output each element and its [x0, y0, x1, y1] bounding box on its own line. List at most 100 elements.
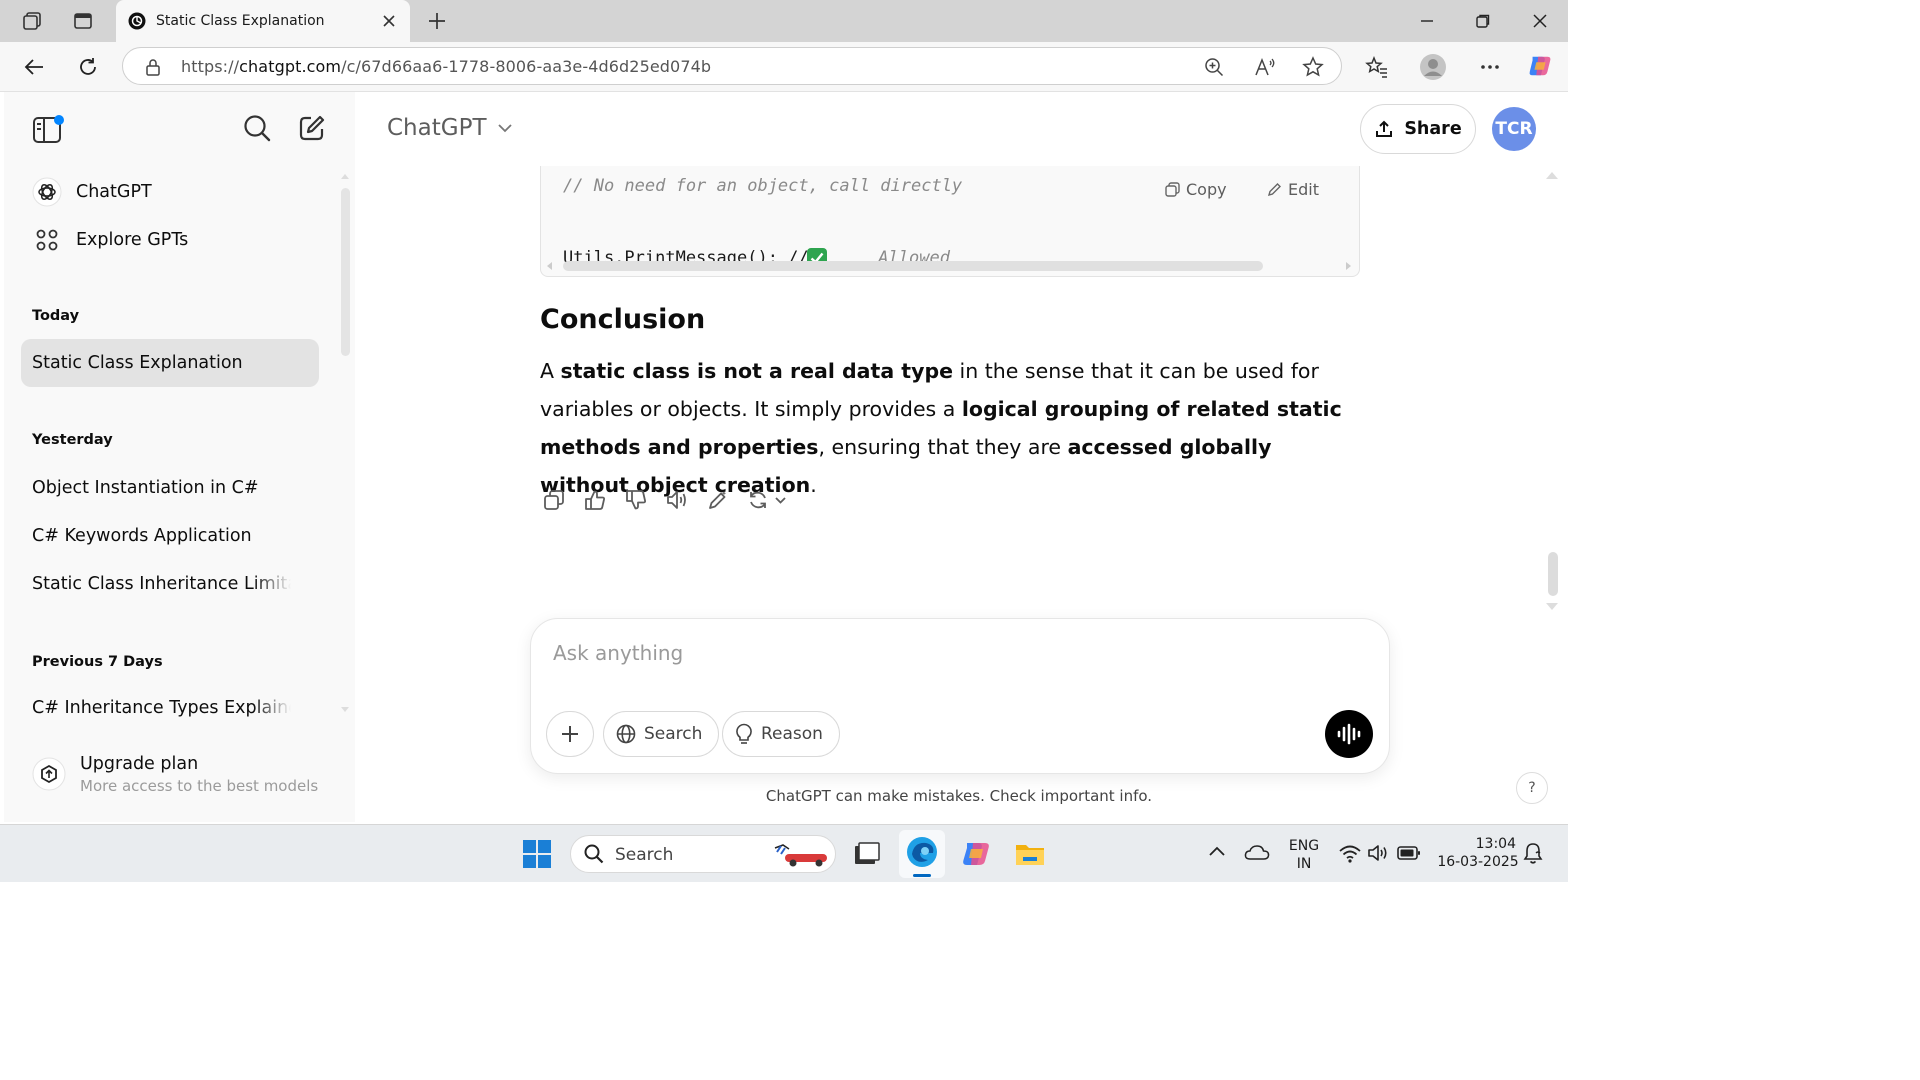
chat-item[interactable]: C# Inheritance Types Explainec [21, 684, 291, 732]
section-heading-previous-7-days: Previous 7 Days [32, 654, 163, 670]
copy-icon[interactable] [542, 488, 566, 512]
tab-title: Static Class Explanation [156, 13, 325, 29]
zoom-icon[interactable] [1204, 57, 1224, 77]
thumbs-up-icon[interactable] [583, 488, 607, 512]
new-tab-icon[interactable] [424, 8, 450, 34]
url-text: https://chatgpt.com/c/67d66aa6-1778-8006… [181, 57, 712, 76]
lightbulb-icon [735, 723, 753, 745]
notification-bell-icon[interactable] [1522, 841, 1544, 865]
tab-actions-icon[interactable] [70, 8, 96, 34]
upgrade-plan-title: Upgrade plan [80, 753, 199, 774]
language-indicator[interactable]: ENG IN [1284, 837, 1324, 873]
close-window-icon[interactable] [1527, 8, 1553, 34]
search-label: Search [644, 724, 703, 744]
scroll-left-arrow-icon[interactable] [546, 262, 552, 270]
close-tab-icon[interactable] [382, 14, 396, 28]
page-scroll-down-arrow-icon[interactable] [1546, 602, 1558, 612]
chatgpt-logo-icon [32, 177, 62, 207]
more-menu-icon[interactable] [1477, 54, 1503, 80]
back-icon[interactable] [21, 54, 47, 80]
restore-icon[interactable] [1470, 8, 1496, 34]
message-input[interactable]: Ask anything [553, 641, 683, 665]
copilot-taskbar-icon[interactable] [959, 837, 993, 871]
plus-icon [560, 724, 580, 744]
file-explorer-icon[interactable] [1013, 837, 1047, 871]
favorites-icon[interactable] [1364, 54, 1390, 80]
scroll-right-arrow-icon[interactable] [1346, 262, 1352, 270]
favorite-star-icon[interactable] [1302, 56, 1324, 78]
read-aloud-icon[interactable] [665, 488, 689, 512]
wifi-icon[interactable] [1338, 843, 1362, 863]
model-name: ChatGPT [387, 115, 487, 141]
profile-icon[interactable] [1420, 54, 1446, 80]
chat-composer[interactable]: Ask anything Search Reason [530, 618, 1390, 774]
upgrade-plan-button[interactable]: Upgrade plan More access to the best mod… [21, 744, 331, 804]
share-button[interactable]: Share [1360, 104, 1476, 154]
toggle-sidebar-icon[interactable] [32, 114, 66, 144]
share-icon [1374, 119, 1394, 139]
chat-item-active[interactable]: Static Class Explanation [21, 339, 319, 387]
task-view-icon[interactable] [849, 837, 883, 871]
search-highlight-icon [771, 842, 831, 868]
sidebar-scrollbar-thumb[interactable] [341, 188, 350, 356]
upgrade-icon [32, 757, 66, 791]
minimize-icon[interactable] [1414, 8, 1440, 34]
workspaces-icon[interactable] [19, 8, 45, 34]
read-aloud-icon[interactable] [1254, 57, 1276, 77]
section-heading-today: Today [32, 308, 80, 324]
code-line: Utils.PrintMessage(); // ​ Allowed [563, 208, 950, 308]
edit-in-canvas-icon[interactable] [706, 488, 730, 512]
reason-button[interactable]: Reason [722, 711, 840, 757]
language-code: ENG [1288, 838, 1320, 854]
copy-label: Copy [1186, 180, 1227, 199]
edge-taskbar-button[interactable] [899, 830, 945, 878]
voice-mode-button[interactable] [1325, 710, 1373, 758]
globe-icon [616, 724, 636, 744]
taskbar-search[interactable]: Search [570, 835, 836, 873]
edit-code-button[interactable]: Edit [1267, 180, 1319, 199]
new-chat-icon[interactable] [298, 114, 326, 142]
clock-time: 13:04 [1475, 836, 1516, 852]
url-field[interactable]: https://chatgpt.com/c/67d66aa6-1778-8006… [122, 47, 1342, 85]
sidebar-item-chatgpt[interactable]: ChatGPT [21, 168, 319, 216]
copy-code-button[interactable]: Copy [1165, 180, 1227, 199]
sidebar-item-label: Explore GPTs [76, 230, 189, 250]
grid-icon [36, 229, 58, 251]
avatar[interactable]: TCR [1492, 107, 1536, 151]
scroll-up-arrow-icon[interactable] [341, 172, 349, 186]
thumbs-down-icon[interactable] [624, 488, 648, 512]
reload-icon[interactable] [75, 54, 101, 80]
help-button[interactable]: ? [1516, 772, 1548, 804]
section-heading-yesterday: Yesterday [32, 432, 113, 448]
clock[interactable]: 13:04 16-03-2025 [1434, 835, 1522, 871]
tab-active[interactable]: Static Class Explanation [116, 0, 410, 42]
search-chats-icon[interactable] [243, 114, 271, 142]
scroll-down-arrow-icon[interactable] [341, 706, 349, 716]
windows-start-icon[interactable] [522, 839, 556, 873]
page-scrollbar-thumb[interactable] [1548, 552, 1558, 596]
lock-icon[interactable] [145, 58, 161, 76]
battery-icon[interactable] [1397, 845, 1421, 861]
onedrive-cloud-icon[interactable] [1244, 843, 1270, 861]
sidebar-item-explore-gpts[interactable]: Explore GPTs [21, 216, 319, 264]
share-label: Share [1404, 119, 1462, 139]
clock-date: 16-03-2025 [1437, 854, 1519, 870]
code-horizontal-scrollbar[interactable] [563, 261, 1263, 271]
voice-wave-icon [1336, 723, 1362, 745]
chat-item[interactable]: Object Instantiation in C# [21, 464, 319, 512]
chevron-up-icon[interactable] [1208, 845, 1226, 857]
model-selector[interactable]: ChatGPT [387, 115, 513, 141]
message-actions [542, 488, 791, 512]
chat-item[interactable]: Static Class Inheritance Limitat [21, 560, 291, 608]
chat-item[interactable]: C# Keywords Application [21, 512, 319, 560]
volume-icon[interactable] [1367, 843, 1389, 863]
regenerate-button[interactable] [747, 488, 791, 512]
code-comment-line: // No need for an object, call directly [563, 176, 963, 196]
copilot-icon[interactable] [1527, 53, 1553, 79]
chat-item-label: C# Inheritance Types Explainec [32, 698, 291, 718]
browser-tab-bar: Static Class Explanation [0, 0, 1568, 42]
page-scroll-up-arrow-icon[interactable] [1546, 170, 1558, 180]
search-button[interactable]: Search [603, 711, 720, 757]
attach-button[interactable] [546, 711, 594, 757]
edge-icon [906, 836, 938, 868]
